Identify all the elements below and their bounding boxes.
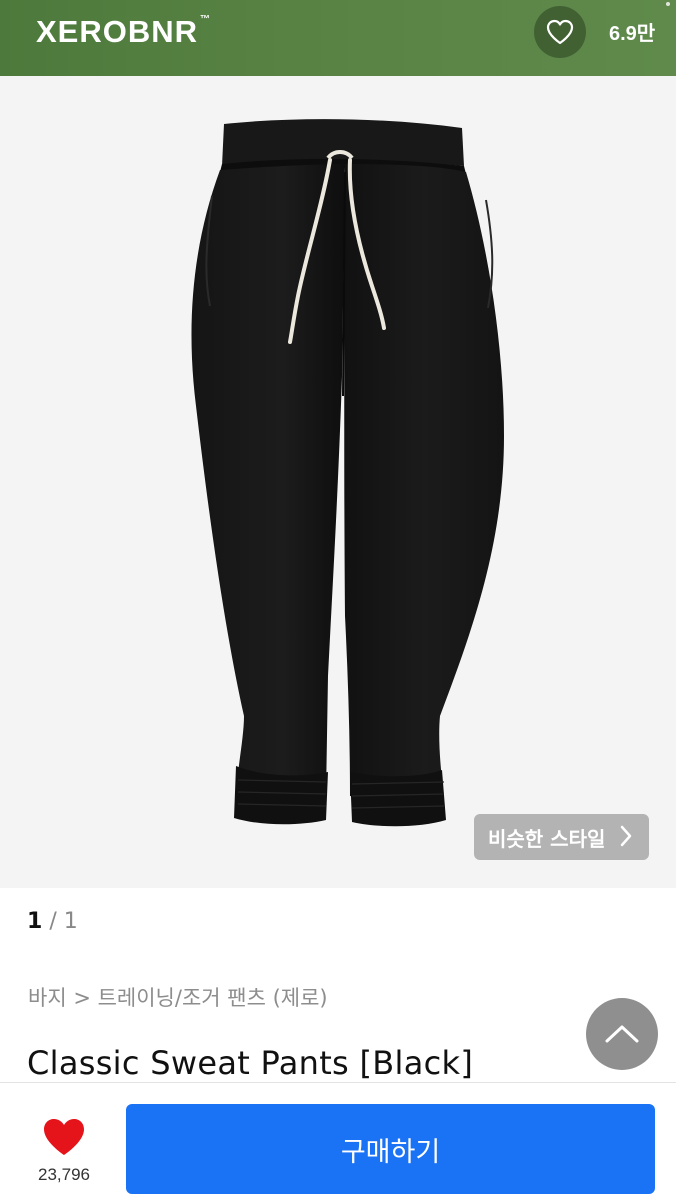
similar-style-button[interactable]: 비슷한 스타일	[474, 814, 649, 860]
status-dot	[666, 2, 670, 6]
category-breadcrumb[interactable]: 바지 > 트레이닝/조거 팬츠 (제로)	[28, 982, 328, 1012]
brand-like-button[interactable]	[534, 6, 586, 58]
pager-separator: /	[49, 909, 57, 934]
chevron-up-icon	[605, 1025, 639, 1043]
brand-name: XEROBNR	[36, 14, 199, 49]
pager-current: 1	[27, 909, 43, 934]
brand-like-count: 6.9만	[609, 23, 656, 45]
pager-total: 1	[63, 909, 78, 934]
product-title: Classic Sweat Pants [Black]	[27, 1044, 474, 1082]
chevron-right-icon	[619, 824, 633, 853]
brand-logo[interactable]: XEROBNR ™	[36, 14, 211, 50]
wish-count: 23,796	[38, 1165, 90, 1184]
bottom-action-bar: 23,796 구매하기	[0, 1082, 676, 1200]
heart-outline-icon	[546, 19, 574, 45]
product-image-area[interactable]: 비슷한 스타일	[0, 76, 676, 888]
scroll-to-top-button[interactable]	[586, 998, 658, 1070]
buy-button[interactable]: 구매하기	[126, 1104, 655, 1194]
heart-filled-icon	[44, 1119, 84, 1155]
wish-button[interactable]: 23,796	[28, 1113, 100, 1193]
image-pager: 1 / 1	[27, 909, 78, 934]
similar-style-label: 비슷한 스타일	[488, 826, 606, 851]
product-image	[191, 119, 504, 827]
app-header: XEROBNR ™ 6.9만	[0, 0, 676, 76]
trademark-mark: ™	[200, 14, 212, 25]
